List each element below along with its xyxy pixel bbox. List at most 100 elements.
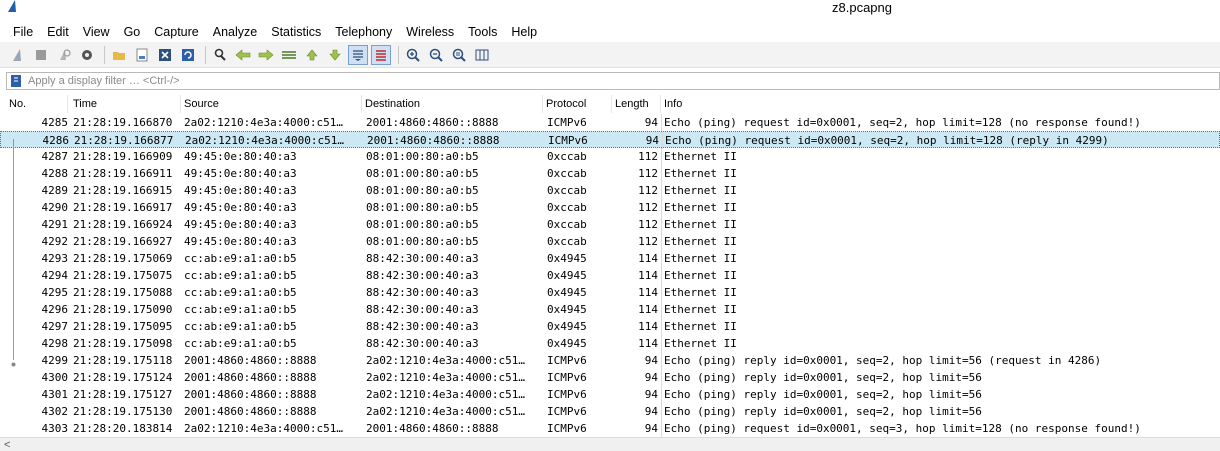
reload-icon[interactable] xyxy=(178,45,198,65)
packet-length: 94 xyxy=(644,388,658,401)
packet-length: 94 xyxy=(644,116,658,129)
packet-info: Ethernet II xyxy=(664,252,737,265)
colorize-icon[interactable] xyxy=(371,44,391,65)
menu-statistics[interactable]: Statistics xyxy=(264,22,328,42)
menu-telephony[interactable]: Telephony xyxy=(328,22,399,42)
packet-protocol: 0xccab xyxy=(547,235,587,248)
menu-bar: File Edit View Go Capture Analyze Statis… xyxy=(0,22,1220,42)
column-divider xyxy=(661,301,662,318)
column-divider xyxy=(661,403,662,420)
table-row[interactable]: 4290 21:28:19.166917 49:45:0e:80:40:a3 08:0… xyxy=(0,199,1220,216)
packet-time: 21:28:19.175130 xyxy=(73,405,173,418)
table-row[interactable]: 4292 21:28:19.166927 49:45:0e:80:40:a3 08:0… xyxy=(0,233,1220,250)
restart-icon[interactable] xyxy=(54,45,74,65)
display-filter-input[interactable] xyxy=(28,75,1208,87)
back-arrow-icon[interactable] xyxy=(233,45,253,65)
table-row[interactable]: 4297 21:28:19.175095 cc:ab:e9:a1:a0:b5 88:4… xyxy=(0,318,1220,335)
packet-time: 21:28:20.183814 xyxy=(73,422,173,435)
zoom-normal-icon[interactable] xyxy=(449,45,469,65)
packet-info: Echo (ping) request id=0x0001, seq=3, ho… xyxy=(664,422,1141,435)
autoscroll-icon[interactable] xyxy=(348,44,368,65)
packet-time: 21:28:19.175118 xyxy=(73,354,173,367)
table-row[interactable]: 4302 21:28:19.175130 2001:4860:4860::8888 2… xyxy=(0,403,1220,420)
column-divider xyxy=(661,386,662,403)
find-icon[interactable] xyxy=(210,45,230,65)
packet-info: Ethernet II xyxy=(664,167,737,180)
column-header-length[interactable]: Length xyxy=(612,95,661,113)
packet-source: cc:ab:e9:a1:a0:b5 xyxy=(184,269,297,282)
table-row[interactable]: 4303 21:28:20.183814 2a02:1210:4e3a:4000:c… xyxy=(0,420,1220,437)
column-header-no[interactable]: No. xyxy=(6,95,68,113)
column-header-destination[interactable]: Destination xyxy=(362,95,543,113)
menu-help[interactable]: Help xyxy=(504,22,544,42)
open-folder-icon[interactable] xyxy=(109,45,129,65)
table-row[interactable]: 4288 21:28:19.166911 49:45:0e:80:40:a3 08:0… xyxy=(0,165,1220,182)
packet-info: Echo (ping) reply id=0x0001, seq=2, hop … xyxy=(664,388,982,401)
menu-tools[interactable]: Tools xyxy=(461,22,504,42)
menu-view[interactable]: View xyxy=(76,22,117,42)
close-file-icon[interactable] xyxy=(155,45,175,65)
horizontal-scrollbar[interactable]: < xyxy=(0,437,1220,451)
zoom-out-icon[interactable] xyxy=(426,45,446,65)
table-row[interactable]: 4296 21:28:19.175090 cc:ab:e9:a1:a0:b5 88:4… xyxy=(0,301,1220,318)
packet-length: 114 xyxy=(638,252,658,265)
packet-time: 21:28:19.175124 xyxy=(73,371,173,384)
column-divider xyxy=(661,335,662,352)
column-header-info[interactable]: Info xyxy=(661,95,1220,113)
toolbar-separator xyxy=(398,45,399,64)
packet-source: 49:45:0e:80:40:a3 xyxy=(184,235,297,248)
bookmark-filter-icon[interactable] xyxy=(9,74,23,88)
packet-number: 4289 xyxy=(41,184,69,197)
column-header-time[interactable]: Time xyxy=(70,95,181,113)
packet-destination: 2001:4860:4860::8888 xyxy=(367,134,500,147)
packet-number: 4287 xyxy=(41,150,69,163)
last-packet-icon[interactable] xyxy=(325,45,345,65)
menu-go[interactable]: Go xyxy=(117,22,148,42)
menu-wireless[interactable]: Wireless xyxy=(399,22,461,42)
menu-capture[interactable]: Capture xyxy=(147,22,205,42)
table-row[interactable]: 4289 21:28:19.166915 49:45:0e:80:40:a3 08:0… xyxy=(0,182,1220,199)
table-row[interactable]: 4300 21:28:19.175124 2001:4860:4860::8888 2… xyxy=(0,369,1220,386)
table-row[interactable]: 4294 21:28:19.175075 cc:ab:e9:a1:a0:b5 88:4… xyxy=(0,267,1220,284)
menu-file[interactable]: File xyxy=(6,22,40,42)
resize-columns-icon[interactable] xyxy=(472,45,492,65)
packet-source: 49:45:0e:80:40:a3 xyxy=(184,218,297,231)
packet-info: Ethernet II xyxy=(664,320,737,333)
column-header-protocol[interactable]: Protocol xyxy=(543,95,612,113)
packet-number: 4298 xyxy=(41,337,69,350)
packet-destination: 08:01:00:80:a0:b5 xyxy=(366,167,479,180)
table-row[interactable]: 4287 21:28:19.166909 49:45:0e:80:40:a3 08:0… xyxy=(0,148,1220,165)
column-header-source[interactable]: Source xyxy=(181,95,362,113)
packet-source: 2a02:1210:4e3a:4000:c51… xyxy=(185,134,344,147)
table-row[interactable]: 4293 21:28:19.175069 cc:ab:e9:a1:a0:b5 88:4… xyxy=(0,250,1220,267)
stop-icon[interactable] xyxy=(31,45,51,65)
menu-analyze[interactable]: Analyze xyxy=(206,22,264,42)
menu-edit[interactable]: Edit xyxy=(40,22,76,42)
column-divider xyxy=(661,114,662,131)
packet-number: 4292 xyxy=(41,235,69,248)
packet-info: Ethernet II xyxy=(664,184,737,197)
packet-protocol: 0xccab xyxy=(547,167,587,180)
goto-packet-icon[interactable] xyxy=(279,45,299,65)
shark-fin-start-icon[interactable] xyxy=(8,45,28,65)
table-row[interactable]: 4295 21:28:19.175088 cc:ab:e9:a1:a0:b5 88:4… xyxy=(0,284,1220,301)
packet-time: 21:28:19.166909 xyxy=(73,150,173,163)
table-row[interactable]: 4291 21:28:19.166924 49:45:0e:80:40:a3 08:0… xyxy=(0,216,1220,233)
zoom-in-icon[interactable] xyxy=(403,45,423,65)
packet-time: 21:28:19.175127 xyxy=(73,388,173,401)
related-packet-line xyxy=(13,139,14,360)
table-row[interactable]: 4299 21:28:19.175118 2001:4860:4860::8888 2… xyxy=(0,352,1220,369)
options-gear-icon[interactable] xyxy=(77,45,97,65)
packet-destination: 08:01:00:80:a0:b5 xyxy=(366,218,479,231)
table-row[interactable]: 4285 21:28:19.166870 2a02:1210:4e3a:4000:c… xyxy=(0,114,1220,131)
packet-destination: 88:42:30:00:40:a3 xyxy=(366,303,479,316)
table-row[interactable]: 4298 21:28:19.175098 cc:ab:e9:a1:a0:b5 88:4… xyxy=(0,335,1220,352)
packet-number: 4302 xyxy=(41,405,69,418)
table-row-selected[interactable]: 4286 21:28:19.166877 2a02:1210:4e3a:4000:c… xyxy=(0,131,1220,149)
packet-destination: 08:01:00:80:a0:b5 xyxy=(366,150,479,163)
save-file-icon[interactable] xyxy=(132,45,152,65)
first-packet-icon[interactable] xyxy=(302,45,322,65)
forward-arrow-icon[interactable] xyxy=(256,45,276,65)
scroll-left-arrow-icon[interactable]: < xyxy=(4,438,14,451)
table-row[interactable]: 4301 21:28:19.175127 2001:4860:4860::8888 2… xyxy=(0,386,1220,403)
